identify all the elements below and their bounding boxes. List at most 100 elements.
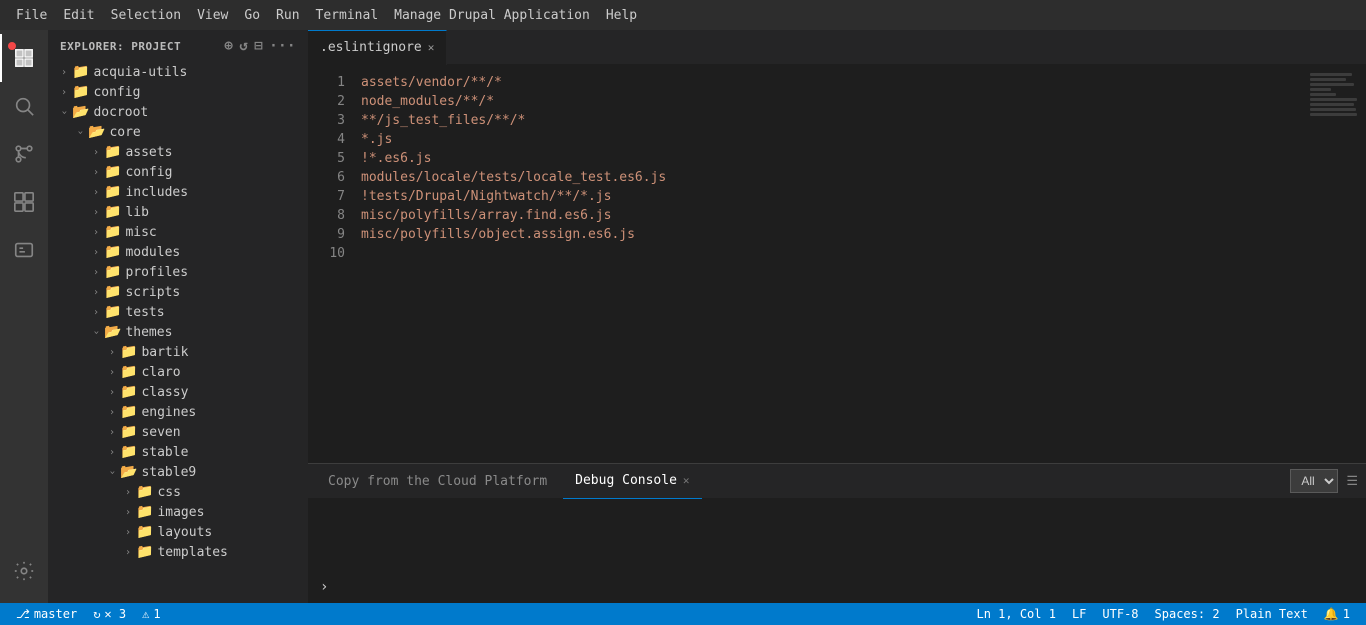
- menu-view[interactable]: View: [189, 4, 236, 27]
- sync-button[interactable]: ↻ ✕ 3: [85, 603, 134, 625]
- bottom-tab-debug[interactable]: Debug Console ✕: [563, 464, 701, 499]
- tree-item-images[interactable]: › 📁 images: [48, 502, 308, 522]
- language-mode[interactable]: Plain Text: [1228, 603, 1316, 625]
- line-ending[interactable]: LF: [1064, 603, 1094, 625]
- settings-icon[interactable]: [0, 547, 48, 595]
- arrow-icon: ›: [104, 367, 120, 378]
- tree-item-label: includes: [125, 185, 188, 200]
- minimap: [1306, 65, 1366, 463]
- bottom-panel: Copy from the Cloud Platform Debug Conso…: [308, 463, 1366, 603]
- menu-run[interactable]: Run: [268, 4, 307, 27]
- cursor-position[interactable]: Ln 1, Col 1: [968, 603, 1063, 625]
- menu-drupal[interactable]: Manage Drupal Application: [386, 4, 598, 27]
- code-line-1: assets/vendor/**/*: [361, 73, 1306, 92]
- arrow-expanded-icon: ›: [91, 324, 102, 340]
- explorer-icon[interactable]: [0, 34, 48, 82]
- encoding-label: UTF-8: [1102, 607, 1138, 621]
- search-icon[interactable]: [0, 82, 48, 130]
- tree-item-seven[interactable]: › 📁 seven: [48, 422, 308, 442]
- warnings[interactable]: ⚠ 1: [134, 603, 168, 625]
- tree-item-classy[interactable]: › 📁 classy: [48, 382, 308, 402]
- line-number: 8: [308, 206, 345, 225]
- encoding[interactable]: UTF-8: [1094, 603, 1146, 625]
- arrow-icon: ›: [120, 507, 136, 518]
- line-numbers: 1 2 3 4 5 6 7 8 9 10: [308, 65, 353, 463]
- git-branch[interactable]: ⎇ master: [8, 603, 85, 625]
- tree-item-tests[interactable]: › 📁 tests: [48, 302, 308, 322]
- tree-item-includes[interactable]: › 📁 includes: [48, 182, 308, 202]
- tree-item-lib[interactable]: › 📁 lib: [48, 202, 308, 222]
- tree-item-config[interactable]: › 📁 config: [48, 82, 308, 102]
- new-file-icon[interactable]: ⊕: [224, 38, 233, 54]
- bottom-tab-label: Copy from the Cloud Platform: [328, 474, 547, 489]
- collapse-all-icon[interactable]: ⊟: [254, 38, 263, 54]
- bottom-tab-actions: All ☰: [1290, 469, 1358, 493]
- tree-item-core[interactable]: › 📂 core: [48, 122, 308, 142]
- folder-icon: 📁: [104, 224, 121, 240]
- extensions-icon[interactable]: [0, 178, 48, 226]
- menu-edit[interactable]: Edit: [55, 4, 102, 27]
- folder-icon: 📁: [120, 384, 137, 400]
- arrow-icon: ›: [88, 187, 104, 198]
- code-line-6: modules/locale/tests/locale_test.es6.js: [361, 168, 1306, 187]
- warning-count: 1: [153, 607, 160, 621]
- tree-item-stable9[interactable]: › 📂 stable9: [48, 462, 308, 482]
- tree-item-bartik[interactable]: › 📁 bartik: [48, 342, 308, 362]
- tree-item-config2[interactable]: › 📁 config: [48, 162, 308, 182]
- editor-tab-eslintignore[interactable]: .eslintignore ✕: [308, 30, 447, 65]
- bottom-tab-cloud[interactable]: Copy from the Cloud Platform: [316, 464, 559, 499]
- tree-item-docroot[interactable]: › 📂 docroot: [48, 102, 308, 122]
- tree-item-engines[interactable]: › 📁 engines: [48, 402, 308, 422]
- tree-item-label: core: [109, 125, 140, 140]
- tree-item-modules[interactable]: › 📁 modules: [48, 242, 308, 262]
- folder-icon: 📁: [136, 524, 153, 540]
- tree-item-stable[interactable]: › 📁 stable: [48, 442, 308, 462]
- folder-icon: 📁: [104, 204, 121, 220]
- line-number: 4: [308, 130, 345, 149]
- menu-selection[interactable]: Selection: [103, 4, 189, 27]
- folder-icon: 📁: [120, 404, 137, 420]
- more-actions-icon[interactable]: ···: [269, 38, 296, 54]
- tab-close-button[interactable]: ✕: [428, 41, 435, 54]
- line-number: 5: [308, 149, 345, 168]
- tree-item-profiles[interactable]: › 📁 profiles: [48, 262, 308, 282]
- tree-item-themes[interactable]: › 📂 themes: [48, 322, 308, 342]
- menu-go[interactable]: Go: [236, 4, 268, 27]
- line-number: 10: [308, 244, 345, 263]
- source-control-icon[interactable]: [0, 130, 48, 178]
- tree-item-templates[interactable]: › 📁 templates: [48, 542, 308, 562]
- filter-select[interactable]: All: [1290, 469, 1338, 493]
- tree-item-label: seven: [141, 425, 180, 440]
- arrow-icon: ›: [104, 447, 120, 458]
- code-line-2: node_modules/**/*: [361, 92, 1306, 111]
- tree-item-layouts[interactable]: › 📁 layouts: [48, 522, 308, 542]
- arrow-icon: ›: [56, 67, 72, 78]
- line-number: 9: [308, 225, 345, 244]
- tree-item-misc[interactable]: › 📁 misc: [48, 222, 308, 242]
- menu-file[interactable]: File: [8, 4, 55, 27]
- code-editor[interactable]: assets/vendor/**/* node_modules/**/* **/…: [353, 65, 1306, 463]
- code-line-9: misc/polyfills/object.assign.es6.js: [361, 225, 1306, 244]
- folder-icon: 📁: [104, 144, 121, 160]
- folder-open-icon: 📂: [104, 324, 121, 340]
- arrow-icon: ›: [88, 267, 104, 278]
- tree-item-acquia-utils[interactable]: › 📁 acquia-utils: [48, 62, 308, 82]
- tree-item-assets[interactable]: › 📁 assets: [48, 142, 308, 162]
- notifications[interactable]: 🔔 1: [1316, 603, 1358, 625]
- indentation[interactable]: Spaces: 2: [1147, 603, 1228, 625]
- menu-bar: File Edit Selection View Go Run Terminal…: [0, 0, 1366, 30]
- tree-item-label: lib: [125, 205, 148, 220]
- filter-icon[interactable]: ☰: [1346, 474, 1358, 489]
- arrow-expanded-icon: ›: [75, 124, 86, 140]
- tree-item-css[interactable]: › 📁 css: [48, 482, 308, 502]
- remote-icon[interactable]: [0, 226, 48, 274]
- line-number: 7: [308, 187, 345, 206]
- bottom-tab-close-button[interactable]: ✕: [683, 474, 690, 487]
- menu-help[interactable]: Help: [598, 4, 645, 27]
- menu-terminal[interactable]: Terminal: [308, 4, 387, 27]
- main-layout: EXPLORER: PROJECT ⊕ ↺ ⊟ ··· › 📁 acquia-u…: [0, 30, 1366, 603]
- folder-open-icon: 📂: [88, 124, 105, 140]
- refresh-icon[interactable]: ↺: [239, 38, 248, 54]
- tree-item-scripts[interactable]: › 📁 scripts: [48, 282, 308, 302]
- tree-item-claro[interactable]: › 📁 claro: [48, 362, 308, 382]
